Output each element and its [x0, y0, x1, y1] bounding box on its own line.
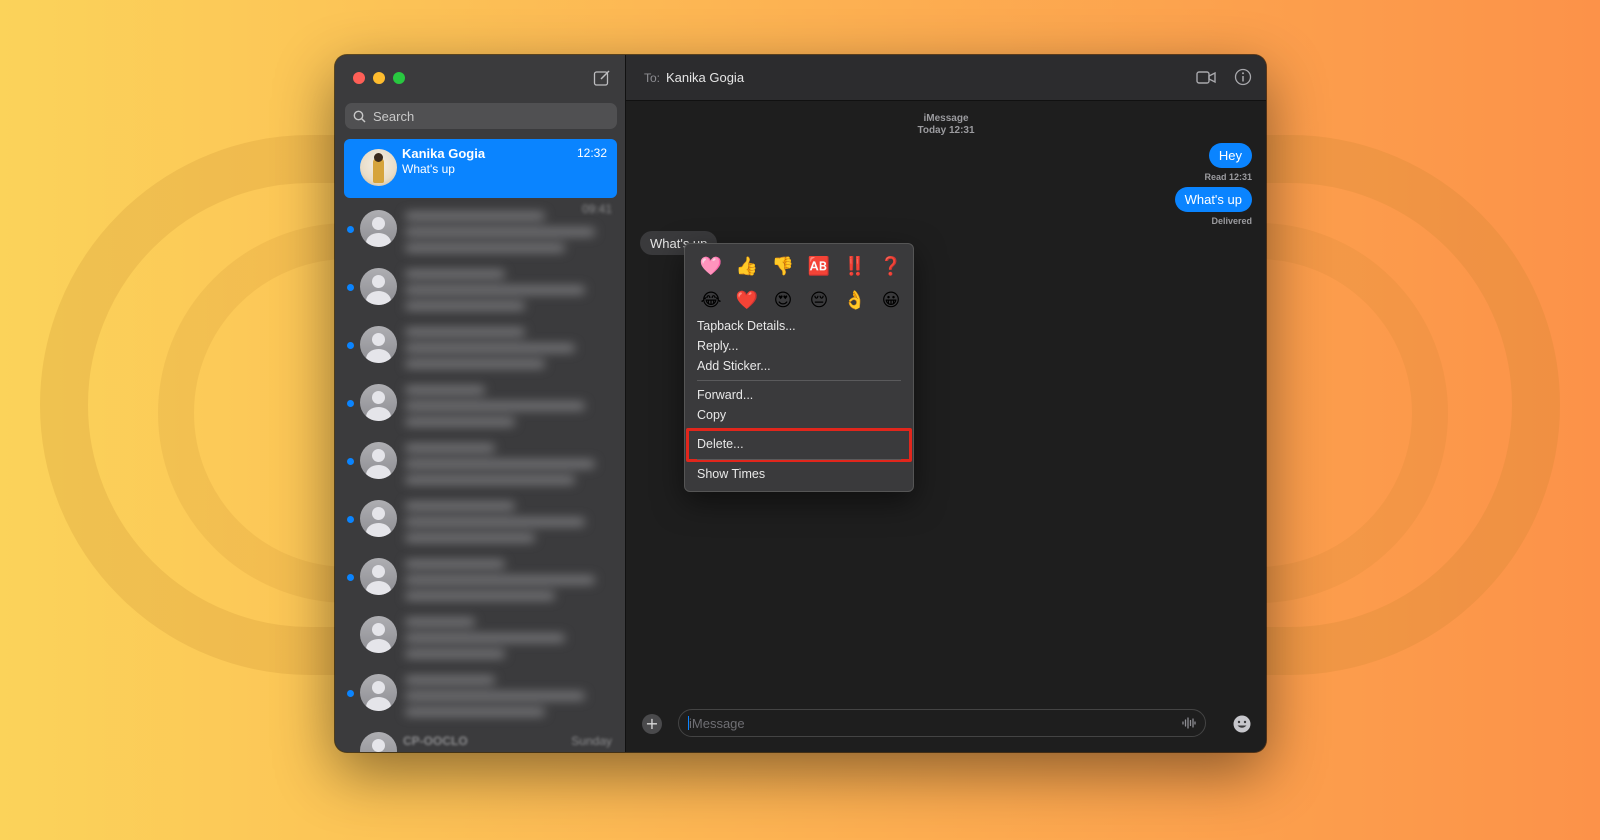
menu-separator: [697, 380, 901, 381]
thumbs-down-icon[interactable]: 👎: [765, 252, 801, 280]
search-icon: [353, 110, 366, 123]
message-input[interactable]: [678, 709, 1206, 737]
outgoing-message[interactable]: Hey: [1208, 143, 1252, 168]
conversation-item[interactable]: [335, 664, 626, 722]
unread-dot: [347, 690, 354, 697]
conversation-pane: To: Kanika Gogia iMessage Today 12:31 He…: [626, 55, 1266, 752]
unread-dot: [347, 458, 354, 465]
conversation-time: Sunday: [571, 734, 612, 748]
ok-hand-icon[interactable]: 👌: [837, 286, 873, 314]
minimize-button[interactable]: [373, 72, 385, 84]
add-attachment-button[interactable]: +: [642, 714, 662, 734]
unread-dot: [347, 342, 354, 349]
avatar: [360, 384, 397, 421]
avatar: [360, 149, 397, 186]
conversation-time: 12:32: [576, 146, 607, 160]
menu-item-delete[interactable]: Delete...: [697, 437, 744, 451]
conversation-item[interactable]: [335, 606, 626, 664]
message-composer: +: [626, 696, 1266, 752]
avatar: [360, 326, 397, 363]
thread-date: Today 12:31: [917, 125, 975, 136]
text-caret: [688, 716, 689, 730]
recipient-name[interactable]: Kanika Gogia: [666, 70, 744, 85]
conversation-item[interactable]: CP-OOCLO Sunday: [335, 722, 626, 752]
red-heart-icon[interactable]: ❤️: [729, 286, 765, 314]
avatar: [360, 674, 397, 711]
menu-item-add-sticker[interactable]: Add Sticker...: [697, 359, 771, 373]
tapback-grid: 🩷 👍 👎 🆎 ‼️ ❓ 😂 ❤️ 😍 😔 👌 😀: [693, 252, 909, 314]
more-emoji-icon[interactable]: 😀: [873, 286, 909, 314]
to-label: To:: [644, 71, 661, 85]
compose-icon[interactable]: [593, 69, 611, 87]
pink-heart-icon[interactable]: 🩷: [693, 252, 729, 280]
unread-dot: [347, 516, 354, 523]
exclamation-icon[interactable]: ‼️: [837, 252, 873, 280]
avatar: [360, 732, 397, 752]
conversation-item[interactable]: 09:41: [335, 200, 626, 258]
unread-dot: [347, 574, 354, 581]
avatar: [360, 558, 397, 595]
conversation-item-active[interactable]: Kanika Gogia 12:32 What's up: [344, 139, 617, 198]
conversation-item[interactable]: [335, 490, 626, 548]
avatar: [360, 268, 397, 305]
search-field[interactable]: [345, 103, 617, 129]
search-input[interactable]: [373, 108, 593, 124]
menu-item-forward[interactable]: Forward...: [697, 388, 753, 402]
window-controls: [353, 72, 405, 84]
video-call-icon[interactable]: [1196, 70, 1216, 85]
read-receipt: Read 12:31: [1204, 172, 1252, 182]
laughing-icon[interactable]: 😂: [693, 286, 729, 314]
close-button[interactable]: [353, 72, 365, 84]
avatar: [360, 500, 397, 537]
heart-eyes-icon[interactable]: 😍: [765, 286, 801, 314]
messages-window: Kanika Gogia 12:32 What's up 09:41: [335, 55, 1266, 752]
zoom-button[interactable]: [393, 72, 405, 84]
conversation-item[interactable]: [335, 316, 626, 374]
haha-icon[interactable]: 🆎: [801, 252, 837, 280]
question-icon[interactable]: ❓: [873, 252, 909, 280]
unread-dot: [347, 400, 354, 407]
menu-item-tapback-details[interactable]: Tapback Details...: [697, 319, 796, 333]
avatar: [360, 442, 397, 479]
avatar: [360, 210, 397, 247]
pensive-face-icon[interactable]: 😔: [801, 286, 837, 314]
message-context-menu: 🩷 👍 👎 🆎 ‼️ ❓ 😂 ❤️ 😍 😔 👌 😀 Tapback Detail…: [684, 243, 914, 492]
conversation-preview: What's up: [402, 162, 455, 176]
menu-item-reply[interactable]: Reply...: [697, 339, 738, 353]
menu-item-copy[interactable]: Copy: [697, 408, 726, 422]
service-name: iMessage: [923, 113, 969, 124]
outgoing-message[interactable]: What's up: [1174, 187, 1252, 212]
emoji-picker-icon[interactable]: [1232, 714, 1252, 734]
audio-message-icon[interactable]: [1182, 717, 1196, 729]
menu-separator: [697, 459, 901, 460]
delivery-receipt: Delivered: [1211, 216, 1252, 226]
conversation-name: CP-OOCLO: [403, 734, 468, 748]
menu-item-show-times[interactable]: Show Times: [697, 467, 765, 481]
conversation-item[interactable]: [335, 432, 626, 490]
conversation-item[interactable]: [335, 374, 626, 432]
thread-service-header: iMessage Today 12:31: [626, 113, 1266, 137]
avatar: [360, 616, 397, 653]
conversation-header: To: Kanika Gogia: [626, 55, 1266, 101]
unread-dot: [347, 226, 354, 233]
info-icon[interactable]: [1234, 68, 1252, 86]
sidebar: Kanika Gogia 12:32 What's up 09:41: [335, 55, 626, 752]
conversation-item[interactable]: [335, 548, 626, 606]
thumbs-up-icon[interactable]: 👍: [729, 252, 765, 280]
unread-dot: [347, 284, 354, 291]
conversation-item[interactable]: [335, 258, 626, 316]
conversation-name: Kanika Gogia: [402, 146, 486, 161]
